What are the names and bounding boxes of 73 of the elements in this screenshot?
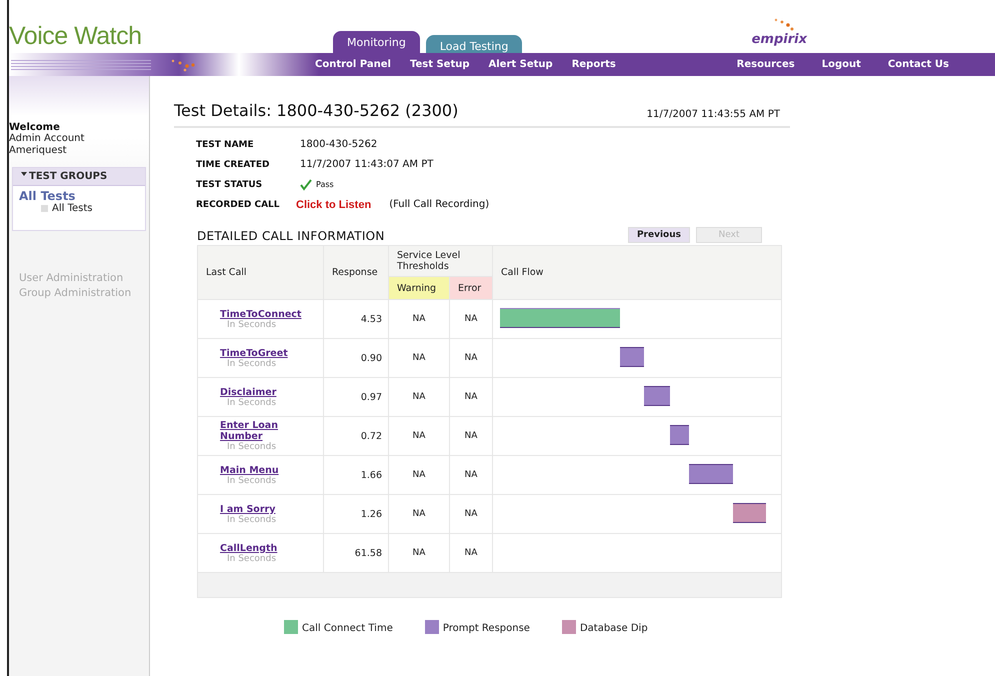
section-title: DETAILED CALL INFORMATION [197, 229, 385, 243]
table-cell: NA [450, 300, 492, 338]
field-label: TIME CREATED [196, 158, 270, 172]
recording-note: (Full Call Recording) [389, 199, 490, 210]
field-label: TEST NAME [196, 138, 255, 152]
step-link[interactable]: Enter Loan Number [220, 420, 300, 442]
table-cell: 1.66 [324, 456, 388, 494]
table-cell: 4.53 [324, 300, 388, 338]
nav-link[interactable]: Logout [822, 59, 861, 70]
unit-label: In Seconds [226, 442, 278, 452]
triangle-icon[interactable] [21, 172, 27, 178]
nav-link[interactable]: Resources [736, 59, 795, 70]
unit-label: In Seconds [226, 514, 278, 524]
legend-label: Prompt Response [442, 623, 530, 634]
step-link[interactable]: Disclaimer [220, 386, 300, 398]
field-value: 11/7/2007 11:43:07 AM PT [300, 159, 434, 170]
nav-link[interactable]: Reports [572, 59, 616, 70]
table-cell: NA [450, 494, 492, 534]
unit-label: In Seconds [226, 320, 278, 330]
tab[interactable]: Monitoring [333, 31, 420, 53]
field-label: TEST STATUS [196, 178, 264, 192]
app-title: Voice Watch [9, 22, 143, 52]
unit-label: In Seconds [226, 554, 278, 564]
tab[interactable]: Load Testing [426, 35, 522, 53]
table-cell: 0.90 [324, 338, 388, 378]
unit-label: In Seconds [226, 358, 278, 368]
timestamp: 11/7/2007 11:43:55 AM PT [646, 109, 781, 120]
column-header: Last Call [198, 246, 324, 300]
table-cell: NA [450, 456, 492, 494]
nav-link[interactable]: Control Panel [315, 59, 391, 70]
nav-link[interactable]: Contact Us [888, 59, 949, 70]
sparkle-icon [171, 58, 197, 72]
table-cell: 1.26 [324, 494, 388, 534]
step-link[interactable]: Main Menu [220, 464, 300, 476]
table-cell: NA [388, 456, 450, 494]
table-cell: NA [388, 416, 450, 456]
column-header: Service Level Thresholds [388, 246, 492, 276]
table-cell: 0.97 [324, 378, 388, 416]
column-header: Call Flow [492, 246, 782, 300]
column-header: Warning [388, 276, 450, 300]
table-cell: 0.72 [324, 416, 388, 456]
nav-link[interactable]: Alert Setup [488, 59, 553, 70]
tree-item[interactable]: All Tests [52, 203, 92, 214]
pager-button[interactable]: Previous [628, 227, 690, 243]
group-link[interactable]: All Tests [13, 186, 145, 203]
field-value: 1800-430-5262 [300, 139, 378, 150]
table-cell: NA [388, 300, 450, 338]
logo: empirix [752, 32, 807, 53]
welcome-label: Welcome [9, 122, 61, 133]
account-name: Admin Account [9, 133, 86, 145]
nav-link[interactable]: Test Setup [410, 59, 470, 70]
table-cell: NA [388, 494, 450, 534]
step-link[interactable]: TimeToGreet [220, 348, 300, 358]
column-header: Error [450, 276, 492, 300]
company-name: Ameriquest [9, 145, 68, 157]
panel-title: TEST GROUPS [29, 171, 108, 182]
legend-label: Call Connect Time [302, 623, 393, 634]
legend-label: Database Dip [580, 623, 648, 634]
step-link[interactable]: I am Sorry [220, 504, 300, 514]
listen-link[interactable]: Click to Listen [296, 198, 372, 210]
step-link[interactable]: CallLength [220, 542, 300, 554]
table-cell: NA [450, 416, 492, 456]
page-title: Test Details: 1800-430-5262 (2300) [174, 101, 458, 120]
table-cell: NA [388, 378, 450, 416]
column-header: Response [324, 246, 388, 300]
table-cell: NA [450, 378, 492, 416]
unit-label: In Seconds [226, 476, 278, 486]
unit-label: In Seconds [226, 398, 278, 408]
step-link[interactable]: TimeToConnect [220, 308, 300, 320]
square-icon [41, 205, 48, 212]
status-text: Pass [316, 180, 334, 189]
table-cell: NA [388, 338, 450, 378]
table-cell: NA [450, 338, 492, 378]
